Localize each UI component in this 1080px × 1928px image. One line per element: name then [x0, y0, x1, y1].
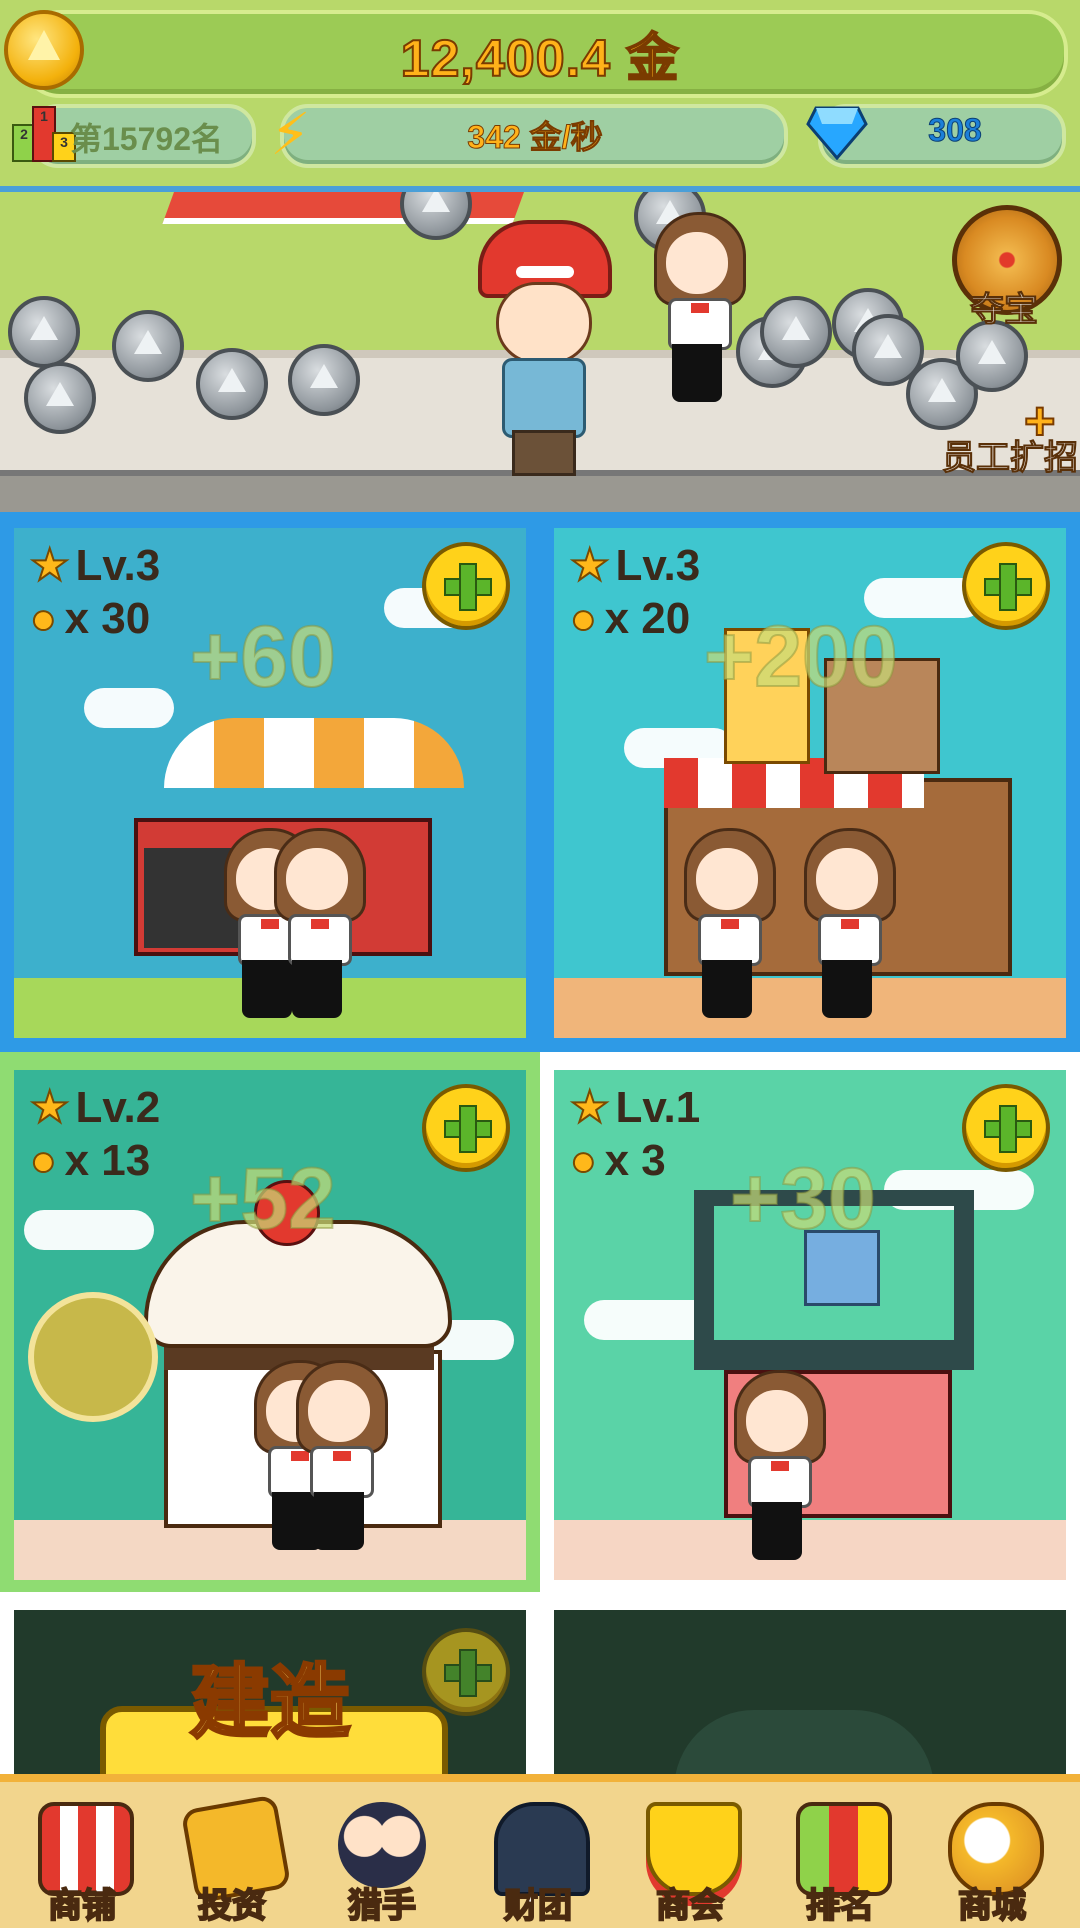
silver-coin[interactable]: [288, 344, 360, 416]
shop-card-drinks[interactable]: ★ Lv.3 ● x 20 +200: [554, 528, 1066, 1038]
shop-level: ★ Lv.1: [569, 1082, 701, 1133]
star-icon: ★: [569, 1082, 610, 1133]
nav-ranking[interactable]: 排名: [780, 1796, 900, 1926]
upgrade-plus-button[interactable]: [422, 1084, 510, 1172]
person-icon: ●: [569, 593, 598, 644]
star-icon: ★: [29, 1082, 70, 1133]
locked-slot: [554, 1610, 1066, 1780]
silver-coin[interactable]: [24, 362, 96, 434]
shop-level: ★ Lv.3: [569, 540, 701, 591]
silver-coin[interactable]: [196, 348, 268, 420]
shop-card-icecream[interactable]: ★ Lv.2 ● x 13 +52: [14, 1070, 526, 1580]
nav-hunter[interactable]: 猎手: [322, 1796, 442, 1926]
person-icon: ●: [569, 1135, 598, 1186]
shop-staff-count: ● x 30: [29, 593, 151, 644]
shop-level: ★ Lv.3: [29, 540, 161, 591]
nav-mall[interactable]: 商城: [932, 1796, 1052, 1926]
build-plus-button[interactable]: [422, 1628, 510, 1716]
podium-icon: 2 1 3: [12, 106, 76, 162]
gold-amount: 12,400.4 金: [400, 29, 680, 89]
nav-shop[interactable]: 商铺: [22, 1796, 142, 1926]
income-popup: +60: [189, 608, 337, 706]
road: [0, 470, 1080, 512]
person-icon: ●: [29, 593, 58, 644]
person-icon: ●: [29, 1135, 58, 1186]
rank-text: 第15792名: [70, 121, 223, 157]
upgrade-plus-button[interactable]: [962, 542, 1050, 630]
gem-count: 308: [928, 112, 982, 149]
shop-staff-count: ● x 13: [29, 1135, 151, 1186]
income-popup: +200: [703, 608, 899, 706]
upgrade-plus-button[interactable]: [962, 1084, 1050, 1172]
nav-consortium[interactable]: 财团: [478, 1796, 598, 1926]
income-popup: +52: [189, 1150, 337, 1248]
canopy: [162, 192, 528, 224]
shop-staff-count: ● x 3: [569, 1135, 666, 1186]
income-rate: 342 金/秒: [467, 119, 603, 156]
star-icon: ★: [29, 540, 70, 591]
silver-coin[interactable]: [112, 310, 184, 382]
treasure-label: 夺宝: [970, 291, 1039, 330]
shop-staff-count: ● x 20: [569, 593, 691, 644]
hunter-icon: [338, 1802, 426, 1888]
waitress-character: [654, 212, 746, 402]
silver-coin[interactable]: [8, 296, 80, 368]
silver-coin[interactable]: [400, 192, 472, 240]
upgrade-plus-button[interactable]: [422, 542, 510, 630]
income-popup: +30: [729, 1150, 877, 1248]
hire-staff-button[interactable]: 员工扩招: [940, 430, 1080, 479]
shop-card-bbq[interactable]: ★ Lv.3 ● x 30 +60: [14, 528, 526, 1038]
chef-character: [478, 220, 612, 476]
shop-grid: ★ Lv.3 ● x 30 +60 ★ Lv.3 ● x 20 +200 ★ Lv.2: [0, 512, 1080, 1780]
nav-invest[interactable]: 投资: [172, 1794, 292, 1926]
star-icon: ★: [569, 540, 610, 591]
build-slot[interactable]: 建造: [14, 1610, 526, 1780]
diamond-icon: [806, 106, 868, 160]
nav-guild[interactable]: 商会: [630, 1796, 750, 1926]
shop-card-clothing[interactable]: ★ Lv.1 ● x 3 +30: [554, 1070, 1066, 1580]
street-scene: [0, 192, 1080, 512]
shop-level: ★ Lv.2: [29, 1082, 161, 1133]
silver-coin[interactable]: [760, 296, 832, 368]
top-hud: 12,400.4 金 2 1 3 第15792名 ⚡ 342 金/秒 308: [0, 0, 1080, 192]
bottom-nav: 商铺 投资 猎手 财团 商会 排名 商城: [0, 1774, 1080, 1928]
